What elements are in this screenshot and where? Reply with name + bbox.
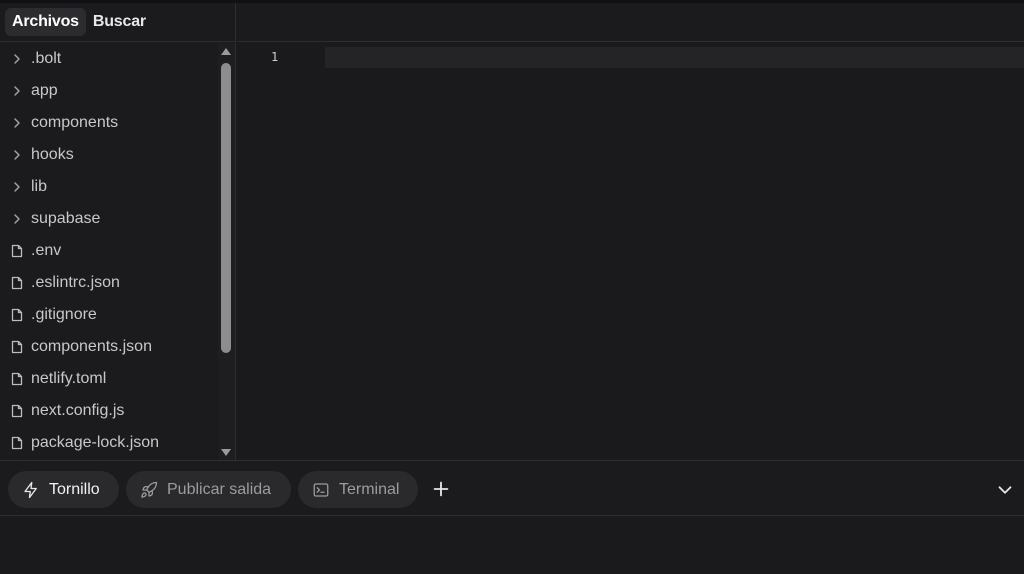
- tree-item-label: package-lock.json: [31, 434, 160, 451]
- file-item[interactable]: .eslintrc.json: [0, 267, 218, 299]
- tree-item-label: .env: [31, 242, 62, 259]
- tab-buscar[interactable]: Buscar: [86, 8, 153, 36]
- current-line-highlight: [325, 47, 1024, 68]
- folder-item[interactable]: components: [0, 107, 218, 139]
- folder-item[interactable]: supabase: [0, 203, 218, 235]
- tree-item-label: .eslintrc.json: [31, 274, 120, 291]
- file-item[interactable]: netlify.toml: [0, 363, 218, 395]
- file-icon: [10, 404, 24, 418]
- file-item[interactable]: next.config.js: [0, 395, 218, 427]
- code-editor[interactable]: 1: [237, 43, 1024, 460]
- bolt-icon: [22, 481, 40, 499]
- tree-item-label: .gitignore: [31, 306, 97, 323]
- folder-item[interactable]: .bolt: [0, 43, 218, 75]
- tree-item-label: components: [31, 114, 119, 131]
- file-tree: .bolt app components hooks lib supabase .env .e…: [0, 43, 218, 460]
- tree-item-label: lib: [31, 178, 48, 195]
- ide-window: Archivos Buscar .bolt app components hooks l…: [0, 0, 1024, 574]
- file-icon: [10, 244, 24, 258]
- chevron-right-icon: [10, 148, 24, 162]
- terminal-icon: [312, 481, 330, 499]
- output-panel: [0, 517, 1024, 574]
- file-item[interactable]: components.json: [0, 331, 218, 363]
- tree-item-label: app: [31, 82, 58, 99]
- editor-tab-bar: [237, 3, 1024, 42]
- chevron-right-icon: [10, 180, 24, 194]
- scroll-up-arrow-icon[interactable]: [221, 48, 231, 55]
- tree-item-label: netlify.toml: [31, 370, 107, 387]
- plus-icon[interactable]: [430, 478, 452, 500]
- tab-tornillo-label: Tornillo: [49, 480, 100, 498]
- chevron-right-icon: [10, 212, 24, 226]
- chevron-down-icon[interactable]: [994, 479, 1016, 501]
- tree-item-label: components.json: [31, 338, 152, 355]
- sidebar-scrollbar[interactable]: [218, 43, 235, 460]
- folder-item[interactable]: lib: [0, 171, 218, 203]
- tab-publicar-salida-label: Publicar salida: [167, 480, 272, 498]
- tree-item-label: hooks: [31, 146, 74, 163]
- line-number: 1: [271, 50, 279, 64]
- tree-item-label: next.config.js: [31, 402, 125, 419]
- rocket-icon: [140, 481, 158, 499]
- tab-publicar-salida[interactable]: Publicar salida: [126, 471, 291, 508]
- tab-archivos[interactable]: Archivos: [5, 8, 86, 36]
- tab-terminal[interactable]: Terminal: [298, 471, 418, 508]
- tab-tornillo[interactable]: Tornillo: [8, 471, 119, 508]
- scroll-thumb[interactable]: [221, 63, 231, 353]
- chevron-right-icon: [10, 84, 24, 98]
- file-icon: [10, 308, 24, 322]
- chevron-right-icon: [10, 116, 24, 130]
- file-icon: [10, 436, 24, 450]
- tab-terminal-label: Terminal: [339, 480, 400, 498]
- chevron-right-icon: [10, 52, 24, 66]
- file-icon: [10, 276, 24, 290]
- file-icon: [10, 372, 24, 386]
- tree-item-label: supabase: [31, 210, 101, 227]
- bottom-toolbar: Tornillo Publicar salida Terminal: [0, 460, 1024, 516]
- tree-item-label: .bolt: [31, 50, 62, 67]
- sidebar-tabs: Archivos Buscar: [0, 3, 235, 42]
- file-item[interactable]: .env: [0, 235, 218, 267]
- file-icon: [10, 340, 24, 354]
- folder-item[interactable]: hooks: [0, 139, 218, 171]
- sidebar: Archivos Buscar .bolt app components hooks l…: [0, 3, 236, 460]
- file-item[interactable]: package-lock.json: [0, 427, 218, 459]
- scroll-down-arrow-icon[interactable]: [221, 449, 231, 456]
- file-item[interactable]: .gitignore: [0, 299, 218, 331]
- folder-item[interactable]: app: [0, 75, 218, 107]
